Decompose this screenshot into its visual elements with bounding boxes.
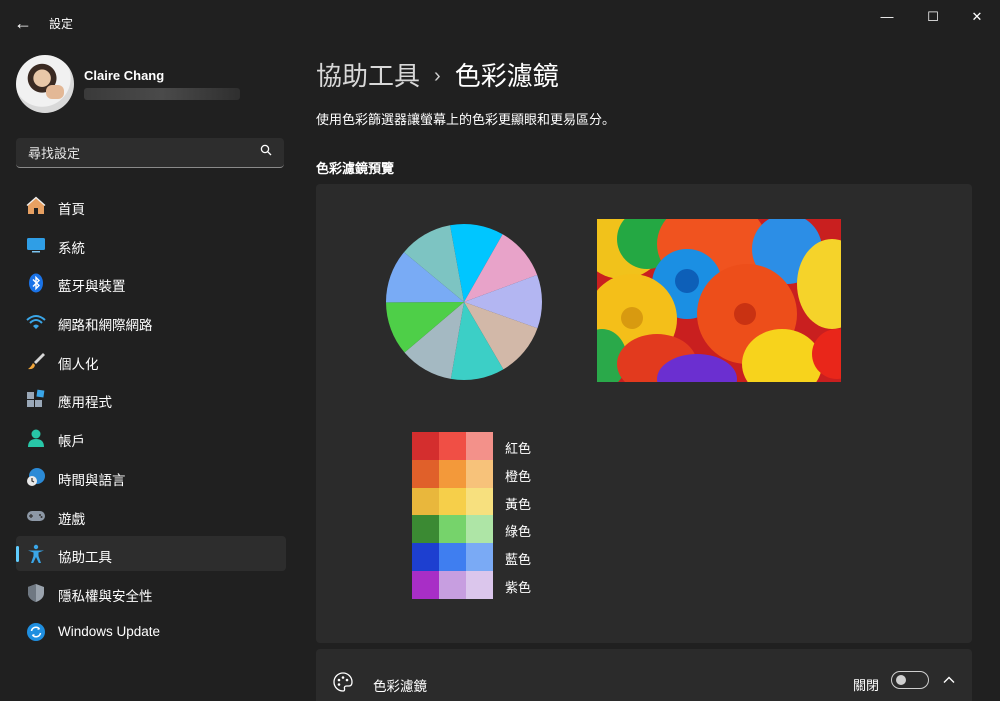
breadcrumb: 協助工具 › 色彩濾鏡 [316, 56, 559, 93]
sidebar-item-apps[interactable]: 應用程式 [16, 381, 286, 416]
swatch-light [466, 543, 493, 571]
globe-clock-icon [27, 467, 45, 486]
chevron-up-icon[interactable] [942, 673, 956, 687]
sidebar-item-system[interactable]: 系統 [16, 227, 286, 262]
swatch-row-green: 綠色 [412, 515, 572, 544]
sidebar-item-windows-update[interactable]: Windows Update [16, 614, 286, 649]
color-swatch-grid: 紅色 橙色 黃色 綠色 藍色 紫色 [412, 432, 572, 599]
sidebar-item-label: 時間與語言 [58, 472, 126, 488]
sidebar-item-personalization[interactable]: 個人化 [16, 343, 286, 378]
toggle-state-label: 關閉 [853, 678, 880, 693]
swatch-label: 紅色 [505, 441, 532, 456]
home-icon [26, 196, 46, 214]
search-box[interactable] [16, 138, 284, 168]
sidebar-item-label: 應用程式 [58, 395, 112, 411]
swatch-dark [412, 432, 439, 460]
swatch-mid [439, 459, 466, 488]
swatch-row-yellow: 黃色 [412, 487, 572, 516]
sidebar-item-label: Windows Update [58, 623, 161, 639]
swatch-dark [412, 543, 439, 571]
swatch-mid [439, 432, 466, 460]
monitor-icon [27, 237, 45, 253]
swatch-dark [412, 459, 439, 488]
sidebar-item-label: 網路和網際網路 [58, 318, 153, 334]
maximize-button[interactable]: ☐ [910, 6, 956, 28]
breadcrumb-parent[interactable]: 協助工具 [316, 61, 420, 91]
sample-photo-pinwheels [597, 219, 841, 382]
close-button[interactable]: ✕ [954, 6, 1000, 28]
preview-section-title: 色彩濾鏡預覽 [316, 161, 395, 176]
search-input[interactable] [26, 143, 250, 163]
sidebar-item-home[interactable]: 首頁 [16, 188, 286, 223]
page-title: 色彩濾鏡 [454, 61, 559, 91]
user-email-redacted [84, 88, 240, 100]
swatch-light [466, 570, 493, 599]
color-wheel-preview [386, 224, 542, 380]
user-name: Claire Chang [84, 68, 165, 83]
sidebar-item-privacy[interactable]: 隱私權與安全性 [16, 575, 286, 610]
accessibility-icon [28, 544, 44, 564]
brush-icon [28, 352, 45, 369]
color-filter-preview: 紅色 橙色 黃色 綠色 藍色 紫色 [316, 184, 972, 643]
swatch-label: 黃色 [505, 496, 532, 512]
swatch-dark [412, 515, 439, 544]
swatch-light [466, 487, 493, 516]
swatch-row-red: 紅色 [412, 432, 572, 460]
swatch-dark [412, 487, 439, 516]
search-icon[interactable] [260, 144, 272, 156]
sidebar-item-label: 系統 [58, 240, 85, 256]
page-description: 使用色彩篩選器讓螢幕上的色彩更顯眼和更易區分。 [316, 112, 616, 127]
sidebar-item-label: 首頁 [58, 202, 85, 217]
sidebar-item-label: 個人化 [58, 356, 99, 372]
swatch-label: 藍色 [505, 552, 532, 568]
swatch-label: 綠色 [505, 524, 532, 540]
swatch-row-orange: 橙色 [412, 459, 572, 488]
sidebar-item-label: 藍牙與裝置 [58, 279, 126, 295]
avatar[interactable] [16, 55, 74, 113]
sidebar-item-label: 隱私權與安全性 [58, 588, 153, 604]
person-icon [28, 429, 44, 448]
color-filter-toggle[interactable] [891, 671, 929, 689]
sidebar-item-label: 協助工具 [58, 550, 112, 566]
sidebar-item-accessibility[interactable]: 協助工具 [16, 536, 286, 572]
update-icon [27, 622, 45, 641]
swatch-row-blue: 藍色 [412, 543, 572, 571]
sidebar-item-bluetooth[interactable]: 藍牙與裝置 [16, 265, 286, 300]
swatch-row-purple: 紫色 [412, 570, 572, 599]
swatch-mid [439, 543, 466, 571]
bluetooth-icon [29, 273, 43, 293]
swatch-label: 橙色 [505, 468, 532, 484]
apps-icon [27, 390, 45, 408]
sidebar-item-accounts[interactable]: 帳戶 [16, 420, 286, 455]
swatch-mid [439, 515, 466, 544]
selection-indicator [16, 546, 19, 563]
shield-icon [28, 583, 44, 602]
sidebar-nav: 首頁 系統 藍牙與裝置 網路和網際網路 個人化 應用程式 帳戶 時間與語言 遊戲… [16, 188, 286, 652]
color-filter-label: 色彩濾鏡 [373, 679, 427, 694]
swatch-mid [439, 570, 466, 599]
minimize-button[interactable]: — [864, 6, 910, 28]
sidebar-item-network[interactable]: 網路和網際網路 [16, 304, 286, 339]
sidebar-item-label: 遊戲 [58, 511, 85, 527]
sidebar-item-gaming[interactable]: 遊戲 [16, 498, 286, 533]
sidebar-item-time-language[interactable]: 時間與語言 [16, 459, 286, 494]
swatch-light [466, 459, 493, 488]
wifi-icon [26, 315, 46, 330]
breadcrumb-separator: › [434, 65, 441, 87]
toggle-knob [896, 675, 906, 685]
swatch-mid [439, 487, 466, 516]
swatch-light [466, 515, 493, 544]
sidebar-item-label: 帳戶 [58, 434, 85, 450]
back-arrow-icon[interactable]: ← [14, 12, 34, 34]
title-bar: ← 設定 — ☐ ✕ [0, 0, 1000, 46]
app-title: 設定 [49, 17, 74, 31]
swatch-light [466, 432, 493, 460]
palette-icon [333, 672, 353, 692]
gamepad-icon [27, 510, 45, 521]
color-filter-setting-row[interactable]: 色彩濾鏡 關閉 [316, 649, 972, 701]
swatch-label: 紫色 [505, 579, 532, 595]
swatch-dark [412, 570, 439, 599]
